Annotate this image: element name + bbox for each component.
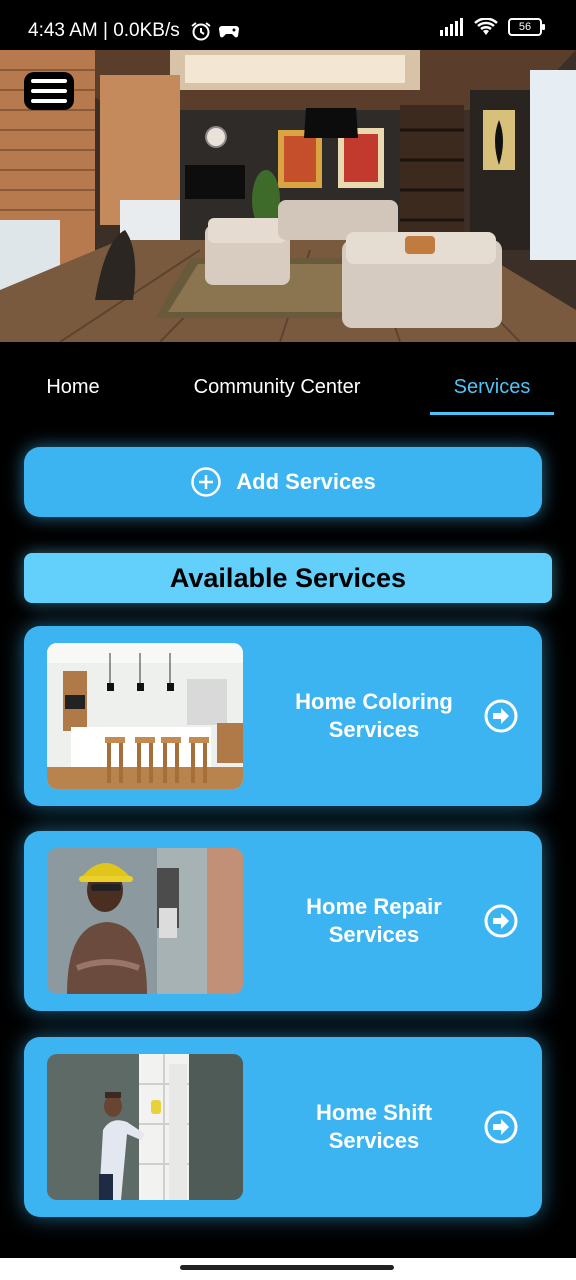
service-card-home-repair[interactable]: Home Repair Services	[24, 831, 542, 1011]
living-room-photo	[0, 50, 576, 342]
cleaning-photo	[47, 1054, 243, 1200]
repair-worker-photo	[47, 848, 243, 994]
service-card-home-coloring[interactable]: Home Coloring Services	[24, 626, 542, 806]
home-gesture-handle[interactable]	[180, 1265, 394, 1270]
menu-button[interactable]	[24, 72, 74, 110]
active-tab-indicator	[430, 412, 554, 415]
system-nav-bar	[0, 1258, 576, 1280]
tab-community-center[interactable]: Community Center	[178, 362, 376, 416]
service-thumbnail	[47, 1054, 243, 1200]
arrow-right-circle-icon[interactable]	[484, 904, 518, 938]
service-title: Home Shift Services	[315, 1100, 433, 1153]
available-services-header: Available Services	[24, 553, 552, 603]
signal-icon	[440, 18, 463, 36]
tab-home[interactable]: Home	[26, 362, 120, 416]
service-title: Home Repair Services	[306, 894, 442, 947]
add-services-button[interactable]: Add Services	[24, 447, 542, 517]
tab-services[interactable]: Services	[430, 362, 554, 416]
service-thumbnail	[47, 643, 243, 789]
tab-bar: Home Community Center Services	[0, 362, 576, 416]
battery-icon: 56	[508, 18, 545, 36]
game-controller-icon	[219, 26, 239, 38]
add-circle-icon	[191, 467, 222, 497]
hero-image	[0, 50, 576, 342]
menu-bar-icon	[31, 79, 67, 83]
menu-bar-icon	[31, 99, 67, 103]
service-thumbnail	[47, 848, 243, 994]
battery-level: 56	[518, 21, 532, 33]
wifi-icon	[474, 18, 498, 35]
service-title: Home Coloring Services	[295, 689, 453, 742]
arrow-right-circle-icon[interactable]	[484, 1110, 518, 1144]
menu-bar-icon	[31, 89, 67, 93]
status-time: 4:43 AM | 0.0KB/s	[28, 20, 180, 41]
available-services-title: Available Services	[169, 562, 407, 593]
arrow-right-circle-icon[interactable]	[484, 699, 518, 733]
alarm-icon	[191, 22, 211, 41]
add-services-label: Add Services	[236, 469, 376, 494]
service-card-home-shift[interactable]: Home Shift Services	[24, 1037, 542, 1217]
status-bar: 4:43 AM | 0.0KB/s 56	[0, 0, 576, 50]
kitchen-photo	[47, 643, 243, 789]
